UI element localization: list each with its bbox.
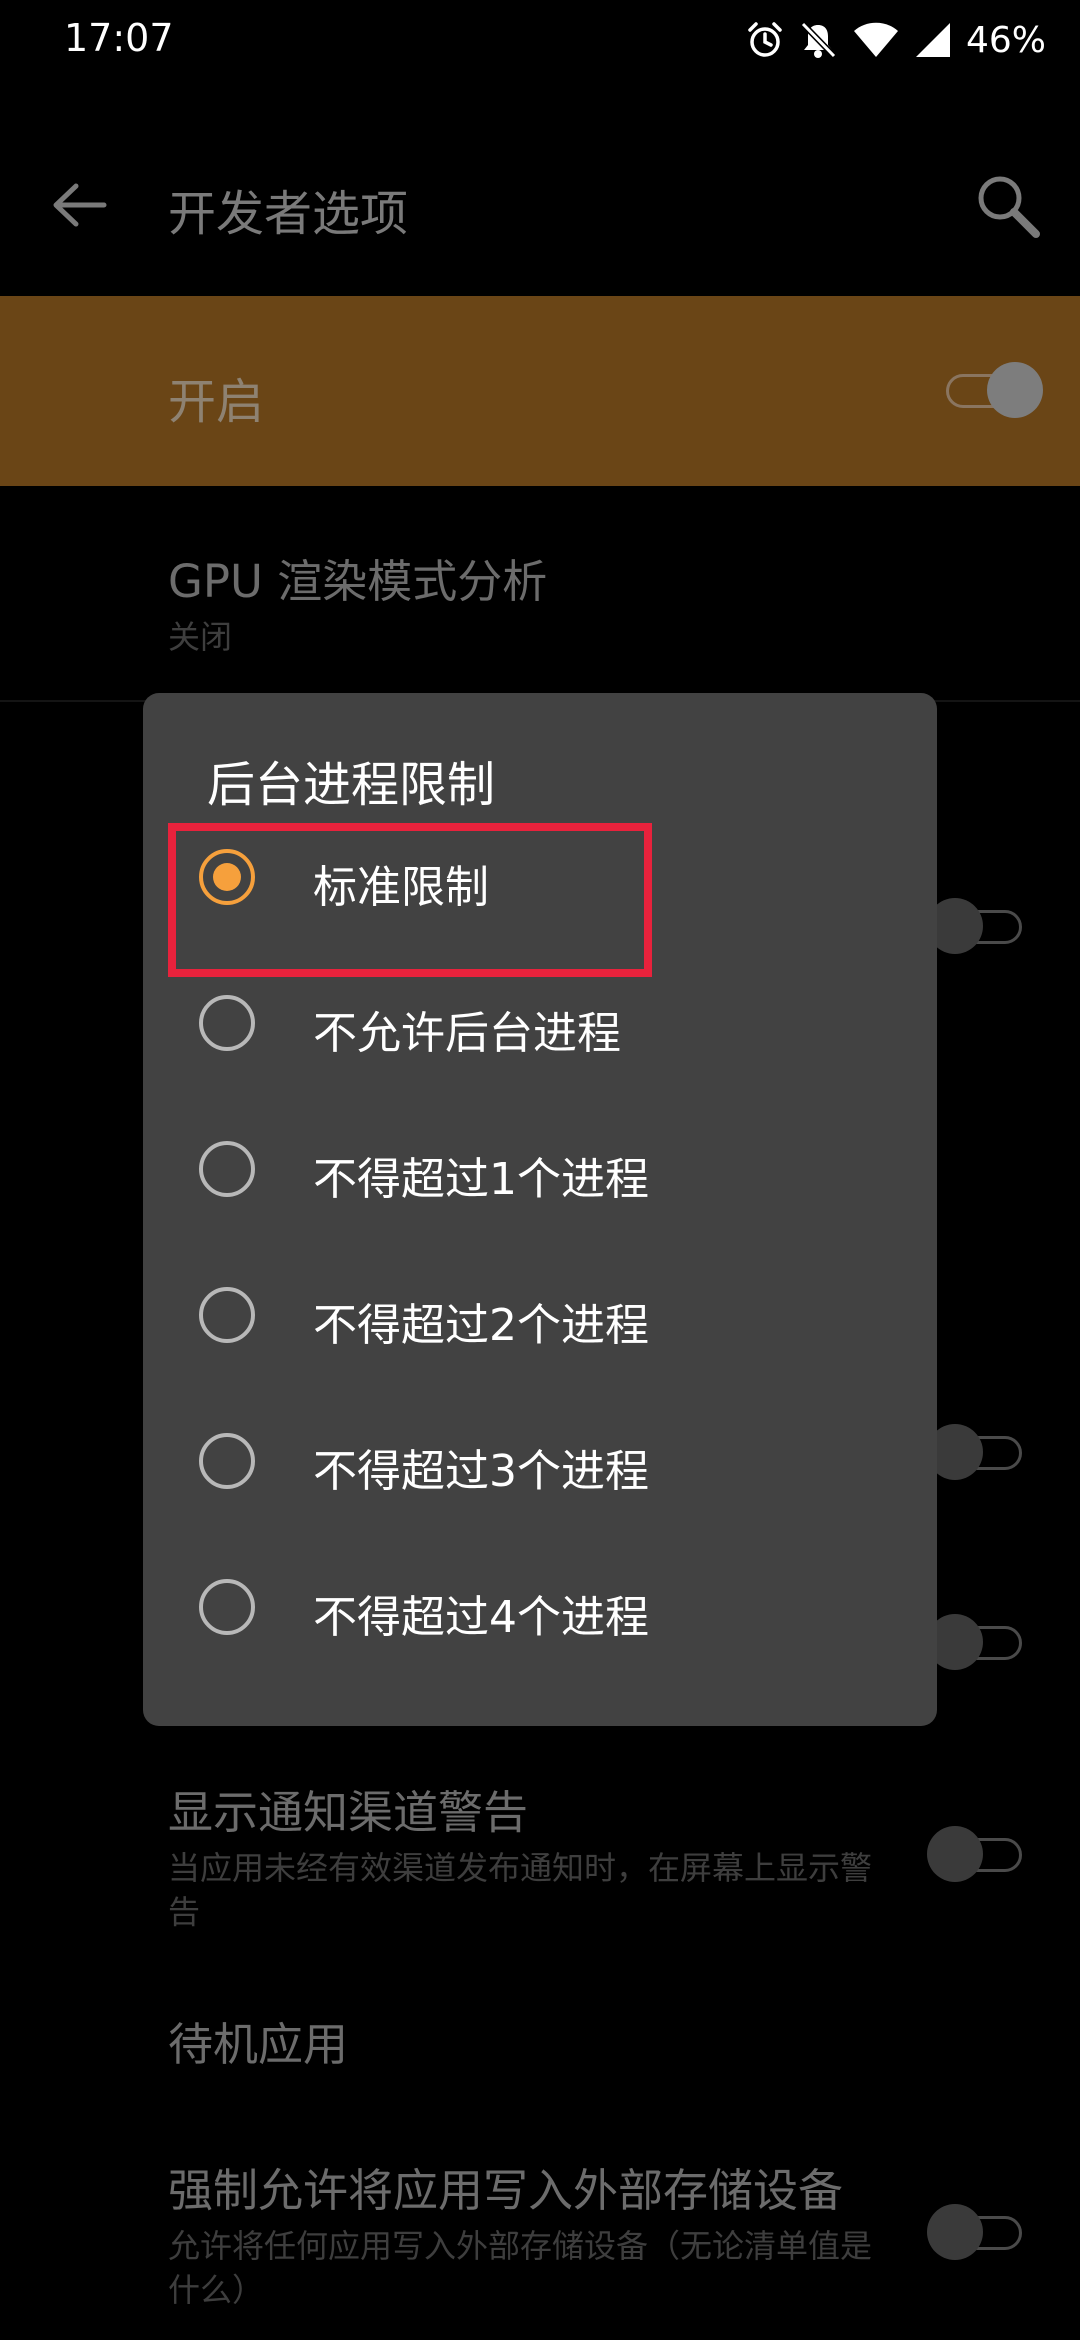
- option-at-most-4-processes[interactable]: 不得超过4个进程: [143, 1535, 937, 1681]
- toggle-switch[interactable]: [927, 1614, 1022, 1670]
- master-switch-label: 开启: [168, 374, 265, 430]
- setting-summary: 关闭: [168, 618, 233, 656]
- alarm-icon: [746, 21, 784, 59]
- notifications-off-icon: [798, 20, 838, 60]
- option-label: 不得超过4个进程: [313, 1592, 649, 1643]
- arrow-back-icon[interactable]: [44, 170, 114, 240]
- toggle-switch[interactable]: [927, 898, 1022, 954]
- notification-channel-warnings-toggle[interactable]: [927, 1826, 1022, 1882]
- option-at-most-3-processes[interactable]: 不得超过3个进程: [143, 1389, 937, 1535]
- setting-summary: 允许将任何应用写入外部存储设备（无论清单值是什么）: [168, 2227, 873, 2309]
- option-at-most-1-process[interactable]: 不得超过1个进程: [143, 1097, 937, 1243]
- master-toggle[interactable]: [946, 362, 1043, 418]
- cellular-signal-icon: [914, 21, 952, 59]
- setting-title: 强制允许将应用写入外部存储设备: [168, 2164, 844, 2217]
- status-icons: 46%: [732, 16, 1046, 64]
- setting-standby-apps[interactable]: 待机应用: [168, 2016, 888, 2074]
- setting-force-allow-external-storage[interactable]: 强制允许将应用写入外部存储设备 允许将任何应用写入外部存储设备（无论清单值是什么…: [168, 2162, 888, 2312]
- developer-options-master-switch[interactable]: 开启: [0, 296, 1080, 486]
- toggle-knob: [987, 362, 1043, 418]
- highlight-annotation-box: [168, 823, 652, 977]
- option-label: 不得超过1个进程: [313, 1154, 649, 1205]
- radio-button[interactable]: [199, 1287, 255, 1343]
- radio-button[interactable]: [199, 1141, 255, 1197]
- option-label: 不得超过2个进程: [313, 1300, 649, 1351]
- option-label: 不得超过3个进程: [313, 1446, 649, 1497]
- search-icon[interactable]: [972, 170, 1044, 242]
- app-bar: 开发者选项: [0, 84, 1080, 296]
- setting-title: GPU 渲染模式分析: [168, 555, 548, 608]
- status-bar: 17:07 46%: [0, 0, 1080, 84]
- setting-notification-channel-warnings[interactable]: 显示通知渠道警告 当应用未经有效渠道发布通知时，在屏幕上显示警告: [168, 1784, 888, 1934]
- radio-button[interactable]: [199, 995, 255, 1051]
- setting-title: 显示通知渠道警告: [168, 1786, 529, 1839]
- page-title: 开发者选项: [168, 186, 409, 242]
- toggle-knob: [927, 1826, 983, 1882]
- radio-button[interactable]: [199, 1433, 255, 1489]
- setting-gpu-rendering-profile[interactable]: GPU 渲染模式分析 关闭: [168, 553, 888, 659]
- radio-button[interactable]: [199, 1579, 255, 1635]
- wifi-icon: [852, 21, 900, 59]
- status-time: 17:07: [64, 16, 174, 60]
- setting-summary: 当应用未经有效渠道发布通知时，在屏幕上显示警告: [168, 1849, 873, 1931]
- option-at-most-2-processes[interactable]: 不得超过2个进程: [143, 1243, 937, 1389]
- option-label: 不允许后台进程: [313, 1008, 621, 1059]
- toggle-switch[interactable]: [927, 1424, 1022, 1480]
- setting-title: 待机应用: [168, 2018, 349, 2071]
- battery-percentage: 46%: [965, 19, 1046, 61]
- force-external-storage-toggle[interactable]: [927, 2204, 1022, 2260]
- toggle-knob: [927, 2204, 983, 2260]
